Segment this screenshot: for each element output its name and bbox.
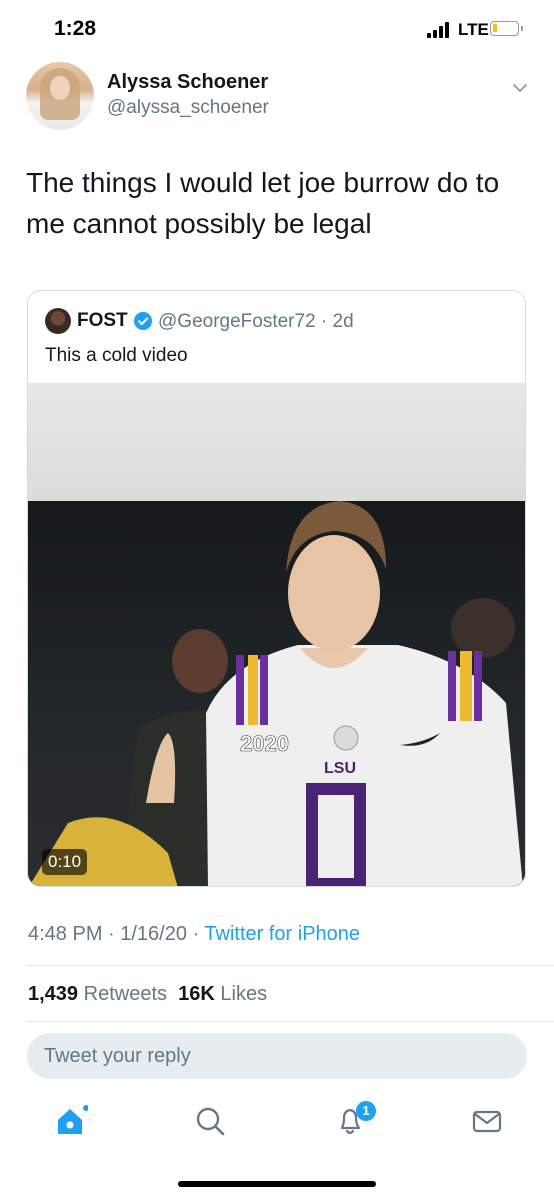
tab-home[interactable]: [44, 1090, 94, 1150]
battery-icon: [490, 21, 519, 36]
user-handle[interactable]: @alyssa_schoener: [107, 97, 269, 119]
retweets-label[interactable]: Retweets: [84, 983, 167, 1005]
tweet-stats: 1,439 Retweets 16K Likes: [28, 983, 267, 1006]
status-bar: 1:28 LTE: [0, 0, 554, 60]
quoted-tweet-card[interactable]: FOST @GeorgeFoster72 · 2d This a cold vi…: [27, 290, 526, 887]
retweets-count[interactable]: 1,439: [28, 983, 78, 1005]
likes-label[interactable]: Likes: [220, 983, 267, 1005]
likes-count[interactable]: 16K: [178, 983, 215, 1005]
battery-nub: [521, 26, 523, 31]
tab-bar: [0, 1090, 554, 1160]
signal-icon: [427, 22, 451, 38]
tweet-source-link[interactable]: Twitter for iPhone: [204, 923, 360, 945]
quoted-display-name: FOST: [77, 310, 128, 331]
video-player[interactable]: 2020 LSU 0:10: [28, 383, 525, 886]
messages-icon: [472, 1110, 502, 1133]
verified-icon: [134, 312, 152, 330]
reply-input[interactable]: Tweet your reply: [27, 1033, 527, 1079]
divider: [26, 1021, 554, 1022]
quoted-handle: @GeorgeFoster72 · 2d: [158, 311, 354, 332]
tweet-timestamp: 4:48 PM · 1/16/20 · Twitter for iPhone: [28, 923, 360, 946]
quoted-tweet-text: This a cold video: [45, 345, 188, 366]
tweet-header: Alyssa Schoener @alyssa_schoener: [26, 62, 532, 132]
notifications-badge: 1: [356, 1101, 376, 1121]
video-duration: 0:10: [42, 849, 88, 875]
status-time: 1:28: [54, 17, 97, 40]
network-type: LTE: [458, 20, 489, 39]
tab-messages[interactable]: [460, 1090, 510, 1150]
avatar[interactable]: [26, 62, 94, 130]
tweet-text: The things I would let joe burrow do to …: [26, 167, 500, 239]
divider: [26, 965, 554, 966]
home-icon: [58, 1105, 88, 1134]
svg-text:LSU: LSU: [324, 760, 356, 777]
svg-text:2020: 2020: [240, 731, 289, 756]
display-name[interactable]: Alyssa Schoener: [107, 71, 268, 94]
search-icon: [196, 1107, 225, 1136]
timestamp-text: 4:48 PM · 1/16/20 ·: [28, 923, 205, 945]
quoted-avatar: [45, 308, 71, 334]
chevron-down-icon[interactable]: [512, 80, 528, 96]
tab-search[interactable]: [184, 1090, 234, 1150]
video-frame-figure: 2020 LSU: [29, 501, 523, 886]
home-indicator: [178, 1181, 376, 1187]
reply-placeholder: Tweet your reply: [44, 1045, 191, 1067]
